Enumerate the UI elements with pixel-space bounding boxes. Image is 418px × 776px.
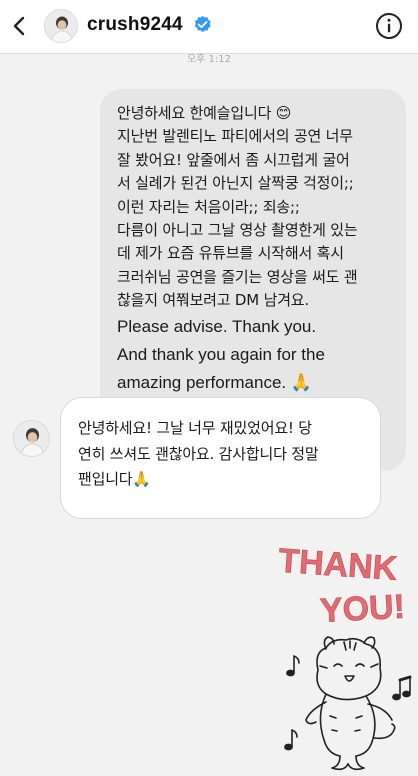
message-timestamp: 오후 1:12	[186, 54, 232, 65]
sticker-text-line1: THANK	[277, 542, 399, 588]
message-line: 찮을지 여쭤보려고 DM 남겨요.	[117, 291, 309, 310]
chat-header: crush9244	[0, 0, 418, 54]
received-message-bubble[interactable]: 안녕하세요! 그날 너무 재밌었어요! 당 연히 쓰셔도 괜찮아요. 감사합니다…	[60, 397, 381, 519]
info-button[interactable]	[374, 11, 404, 41]
chevron-left-icon	[13, 16, 25, 36]
sender-avatar[interactable]	[13, 420, 50, 457]
message-line: 팬입니다🙏	[78, 470, 151, 489]
music-note-icon	[392, 675, 412, 701]
message-line: 이런 자리는 처음이라;; 죄송;;	[117, 197, 300, 216]
profile-photo	[14, 421, 49, 456]
message-line: Please advise. Thank you.	[117, 316, 317, 336]
verified-badge-icon	[193, 15, 212, 34]
sticker-text-line2: YOU!	[319, 588, 406, 630]
profile-photo	[45, 10, 77, 42]
music-note-icon	[286, 655, 300, 677]
message-line: 잘 봤어요! 앞줄에서 좀 시끄럽게 굴어	[117, 150, 350, 169]
back-button[interactable]	[6, 10, 36, 42]
message-line: 안녕하세요 한예슬입니다 😊	[117, 104, 292, 122]
message-line: 크러쉬님 공연을 즐기는 영상을 써도 괜	[117, 267, 358, 286]
message-line: 데 제가 요즘 유튜브를 시작해서 혹시	[117, 244, 344, 263]
message-line: 연히 쓰셔도 괜찮아요. 감사합니다 정말	[78, 444, 319, 463]
message-line: amazing performance. 🙏	[117, 372, 313, 392]
avatar[interactable]	[44, 9, 78, 43]
message-line: 지난번 발렌티노 파티에서의 공연 너무	[117, 127, 353, 146]
music-note-icon	[284, 729, 298, 751]
info-icon	[376, 13, 402, 39]
username[interactable]: crush9244	[87, 14, 183, 36]
thank-you-sticker[interactable]: THANK YOU!	[270, 540, 418, 776]
tiger-illustration	[284, 636, 412, 771]
message-line: And thank you again for the	[117, 344, 325, 364]
message-line: 다름이 아니고 그날 영상 촬영한게 있는	[117, 221, 358, 240]
message-line: 안녕하세요! 그날 너무 재밌었어요! 당	[78, 419, 312, 437]
message-line: 서 실례가 된건 아닌지 살짝쿵 걱정이;;	[117, 174, 354, 193]
